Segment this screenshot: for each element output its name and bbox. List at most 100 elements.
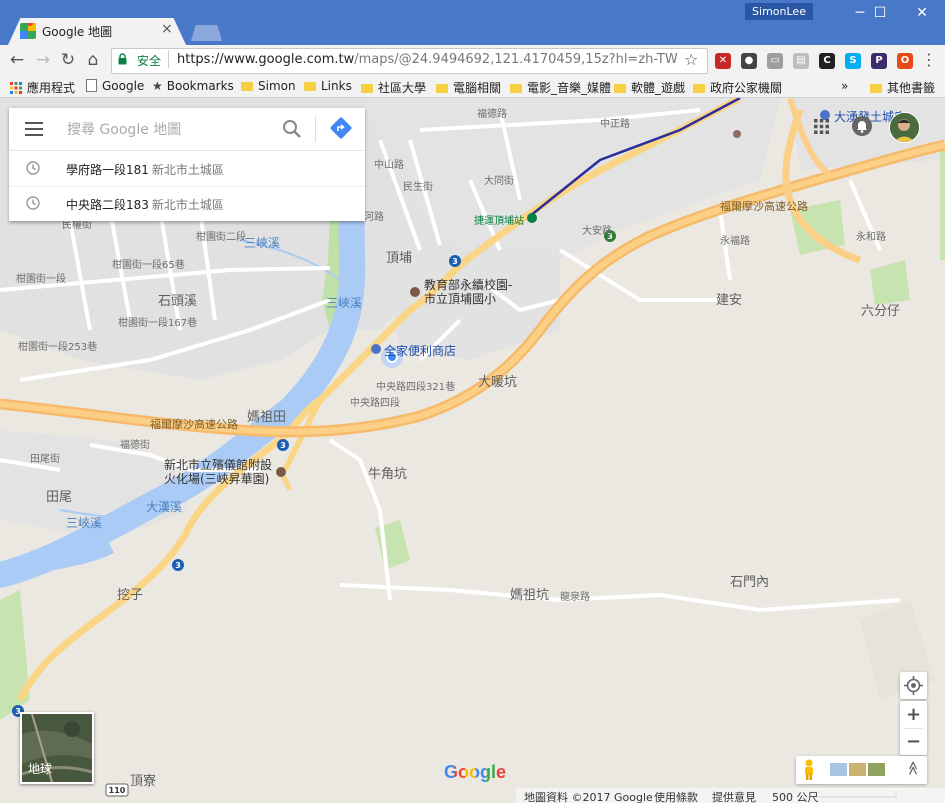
tab-close-icon[interactable]: × — [161, 21, 173, 37]
water-label: 三峽溪 — [244, 236, 281, 250]
suggestion-item[interactable]: 中央路二段183 新北市土城區 — [9, 186, 365, 221]
crematorium-label[interactable]: 新北市立殯儀館附設火化場(三峽昇華園) — [164, 458, 274, 486]
account-avatar[interactable] — [889, 112, 920, 143]
imagery-thumb-water[interactable] — [830, 763, 847, 776]
street-label: 福德街 — [120, 440, 150, 451]
street-label: 中正路 — [600, 119, 630, 130]
earth-view-toggle[interactable]: 地球 — [20, 712, 94, 784]
street-label: 龍泉路 — [560, 592, 590, 603]
my-location-button[interactable] — [900, 672, 927, 699]
area-label: 田尾 — [46, 490, 73, 505]
imagery-thumb-terrain[interactable] — [849, 763, 866, 776]
bookmark-folder-government[interactable]: 政府公家機關 — [693, 79, 782, 96]
metro-station-label[interactable]: 捷運頂埔站 — [474, 212, 524, 227]
area-label: 牛角坑 — [368, 467, 408, 482]
maps-favicon-icon — [20, 23, 36, 39]
url-path: /maps/@24.9494692,121.4170459,15z?hl=zh-… — [354, 52, 678, 67]
folder-icon — [614, 84, 626, 93]
convenience-store-label[interactable]: 全家便利商店 — [384, 342, 456, 359]
svg-text:110: 110 — [109, 786, 126, 795]
back-icon[interactable]: ← — [6, 49, 28, 71]
suggestion-district: 新北市土城區 — [151, 163, 224, 177]
notifications-bell-icon[interactable] — [852, 116, 872, 136]
apps-grid-icon — [10, 82, 22, 94]
new-tab-button[interactable] — [191, 25, 222, 41]
close-window-icon[interactable]: ✕ — [906, 3, 938, 23]
svg-text:3: 3 — [452, 257, 458, 266]
pocket-p-icon[interactable]: P — [871, 53, 887, 69]
svg-text:3: 3 — [280, 441, 286, 450]
bookmarks-overflow-icon[interactable]: » — [841, 79, 848, 93]
bookmark-apps-label: 應用程式 — [27, 81, 76, 95]
reload-icon[interactable]: ↻ — [57, 49, 79, 71]
zoom-out-button[interactable]: − — [900, 729, 927, 755]
forward-icon[interactable]: → — [32, 49, 54, 71]
search-input[interactable] — [65, 118, 279, 142]
chrome-menu-icon[interactable]: ⋮ — [918, 49, 940, 71]
maximize-icon[interactable]: ☐ — [864, 3, 896, 23]
street-label: 民生街 — [403, 182, 433, 193]
google-apps-icon[interactable] — [814, 119, 829, 134]
bookmark-google[interactable]: Google — [86, 79, 144, 93]
office-icon[interactable]: O — [897, 53, 913, 69]
folder-icon — [510, 84, 522, 93]
street-label: 中山路 — [374, 160, 404, 171]
history-clock-icon — [26, 196, 40, 210]
water-label: 三峽溪 — [66, 516, 103, 530]
imagery-panel: ≫ — [796, 756, 927, 784]
earth-label: 地球 — [28, 762, 53, 776]
film-reel-icon[interactable]: ● — [741, 53, 757, 69]
bookmark-folder-media[interactable]: 電影_音樂_媒體 — [510, 79, 611, 96]
street-label: 柑園街二段 — [196, 232, 246, 243]
suggestion-main: 學府路一段181 新北市土城區 — [66, 161, 224, 178]
bookmark-folder-software[interactable]: 軟體_遊戲 — [614, 79, 685, 96]
bookmark-folder-other[interactable]: 其他書籤 — [870, 79, 935, 96]
skype-icon[interactable]: S — [845, 53, 861, 69]
street-label: 永和路 — [856, 232, 886, 243]
bookmark-folder-simon[interactable]: Simon — [241, 79, 296, 93]
area-label: 挖子 — [117, 588, 144, 603]
area-label: 石門內 — [730, 575, 770, 590]
bookmark-bookmarks[interactable]: ★ Bookmarks — [152, 79, 234, 93]
window-icon[interactable]: ▭ — [767, 53, 783, 69]
bookmark-folder-community[interactable]: 社區大學 — [361, 79, 426, 96]
url-text[interactable]: https://www.google.com.tw/maps/@24.94946… — [177, 52, 678, 67]
bookmark-folder-computer[interactable]: 電腦相關 — [436, 79, 501, 96]
star-icon: ★ — [152, 79, 163, 93]
user-badge[interactable]: SimonLee — [745, 3, 813, 20]
school-label[interactable]: 教育部永續校園-市立頂埔國小 — [424, 278, 520, 306]
search-suggestions: 學府路一段181 新北市土城區 中央路二段183 新北市土城區 — [9, 150, 365, 221]
folder-icon — [870, 84, 882, 93]
url-host: https://www.google.com.tw — [177, 52, 355, 67]
pegman-icon[interactable] — [802, 759, 816, 781]
bookmark-star-icon[interactable]: ☆ — [684, 50, 698, 69]
expand-imagery-icon[interactable]: ≫ — [905, 761, 921, 776]
wallet-icon[interactable]: ▤ — [793, 53, 809, 69]
suggestion-item[interactable]: 學府路一段181 新北市土城區 — [9, 151, 365, 186]
street-label: 福德路 — [477, 109, 507, 120]
search-box — [9, 108, 365, 150]
moon-icon[interactable]: C — [819, 53, 835, 69]
bookmark-label: Bookmarks — [166, 79, 234, 93]
imagery-thumb-satellite[interactable] — [868, 763, 885, 776]
search-icon[interactable] — [282, 119, 302, 139]
area-label: 媽祖田 — [247, 410, 287, 425]
bookmark-folder-links[interactable]: Links — [304, 79, 352, 93]
area-label: 媽祖坑 — [510, 588, 550, 603]
tab-title: Google 地圖 — [42, 25, 113, 39]
area-label: 六分仔 — [861, 304, 901, 319]
muted-camera-icon[interactable]: ✕ — [715, 53, 731, 69]
bookmark-label: Google — [102, 79, 145, 93]
street-label: 田尾街 — [30, 454, 60, 465]
menu-icon[interactable] — [25, 122, 43, 136]
map-footer: 地圖資料 ©2017 Google 使用條款 提供意見 500 公尺 — [516, 788, 945, 804]
page-icon — [86, 79, 97, 92]
zoom-control: + − — [900, 701, 927, 755]
home-icon[interactable]: ⌂ — [82, 49, 104, 71]
bookmark-apps[interactable]: 應用程式 — [10, 79, 75, 96]
zoom-in-button[interactable]: + — [900, 701, 927, 728]
water-label: 三峽溪 — [326, 296, 363, 310]
folder-icon — [693, 84, 705, 93]
suggestion-address: 中央路二段183 — [66, 198, 149, 212]
directions-icon[interactable] — [330, 117, 352, 139]
